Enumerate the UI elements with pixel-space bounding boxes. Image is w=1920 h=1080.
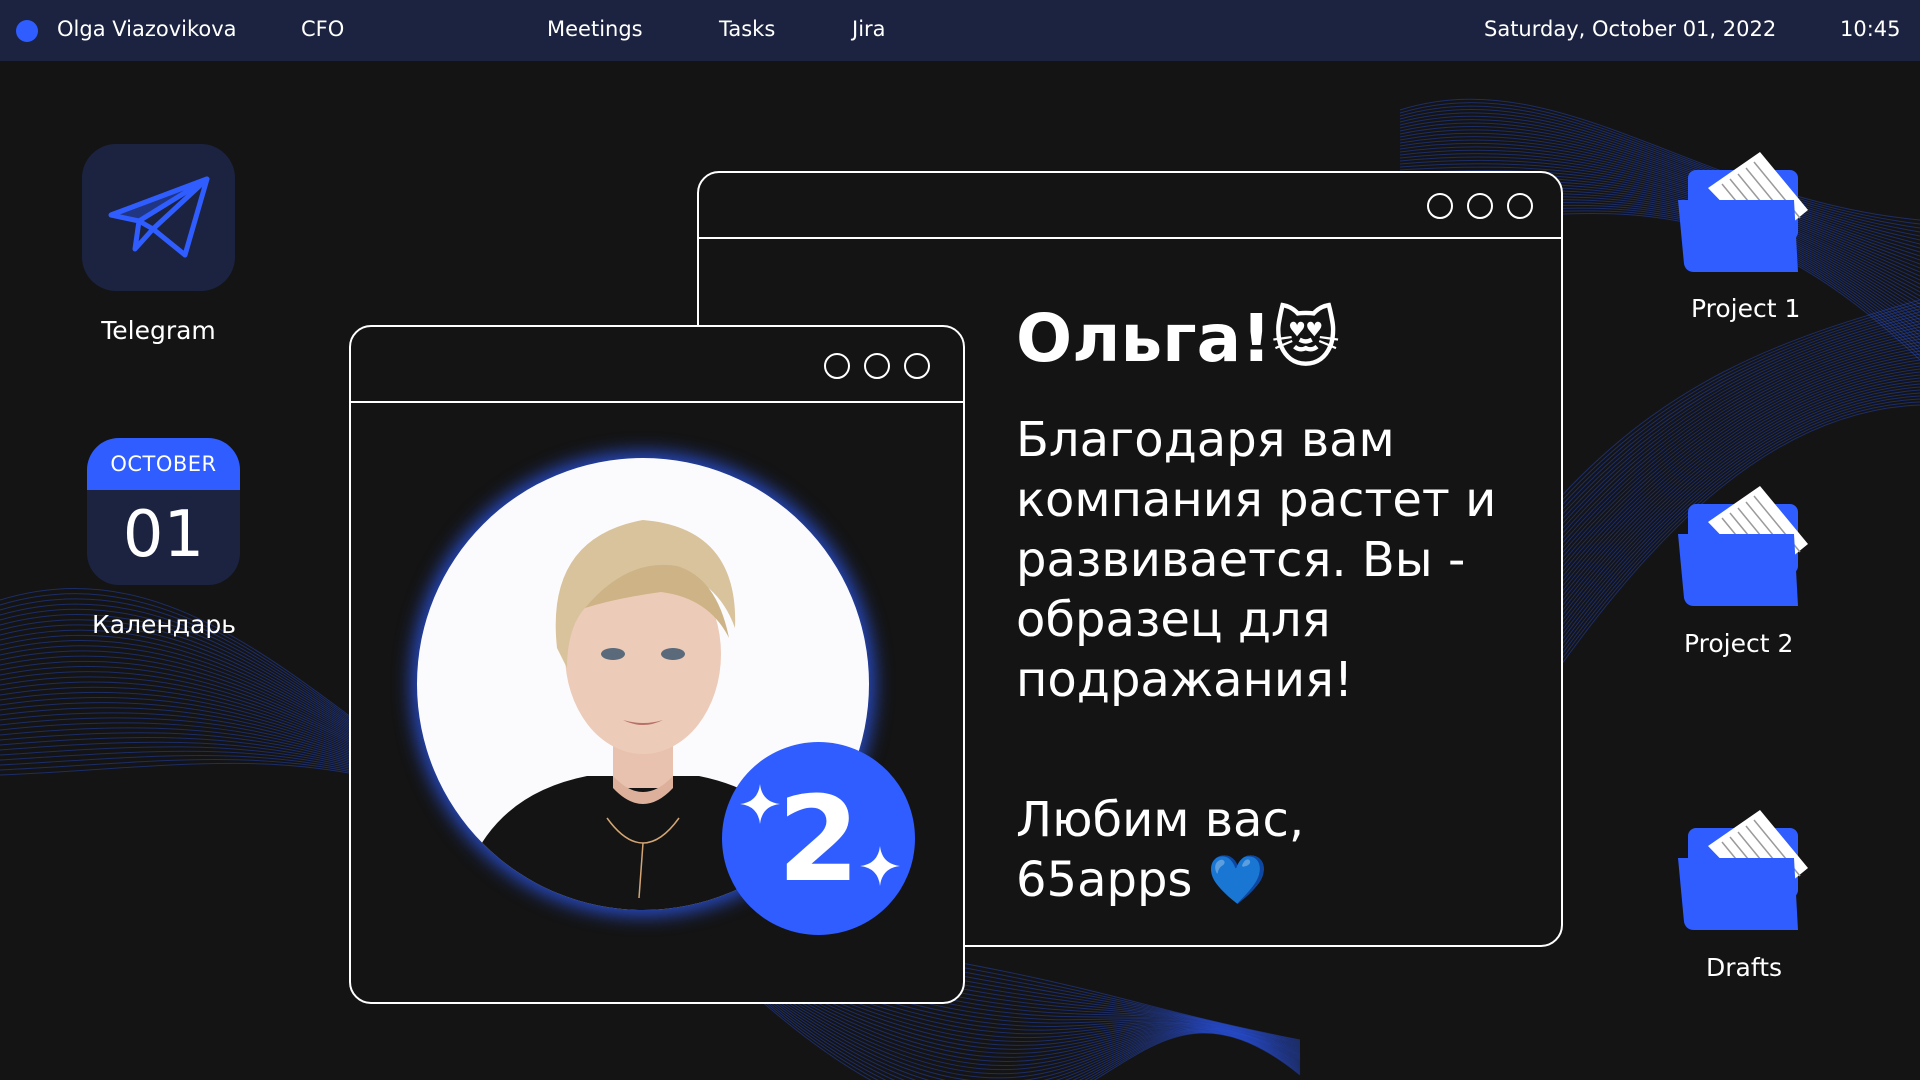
window-control-1[interactable] [824, 353, 850, 379]
clock-display: 10:45 [1840, 17, 1901, 41]
top-bar: Olga Viazovikova CFO Meetings Tasks Jira… [0, 0, 1920, 61]
sparkle-icon [860, 846, 900, 886]
date-display: Saturday, October 01, 2022 [1484, 17, 1777, 41]
folder-label-drafts: Drafts [1706, 953, 1783, 982]
greeting-title: Ольга!😻 [1016, 300, 1341, 377]
nav-tasks[interactable]: Tasks [719, 17, 775, 41]
window-control-2[interactable] [864, 353, 890, 379]
nav-jira[interactable]: Jira [852, 17, 886, 41]
anniversary-badge: 2 [722, 742, 915, 935]
telegram-app-icon[interactable] [82, 144, 235, 291]
status-dot [16, 20, 38, 42]
folder-icon-project-1[interactable] [1668, 148, 1814, 284]
folder-icon-drafts[interactable] [1668, 806, 1814, 942]
window-control-3[interactable] [1507, 193, 1533, 219]
telegram-label: Telegram [101, 316, 216, 345]
calendar-label: Календарь [92, 610, 236, 639]
window-control-3[interactable] [904, 353, 930, 379]
signature-line-1: Любим вас, [1016, 792, 1305, 848]
folder-label-project-1: Project 1 [1691, 294, 1801, 323]
message-window-titlebar [699, 173, 1561, 239]
sparkle-icon [740, 784, 780, 824]
window-control-2[interactable] [1467, 193, 1493, 219]
paper-plane-icon [108, 176, 209, 257]
folder-label-project-2: Project 2 [1684, 629, 1794, 658]
calendar-day: 01 [122, 498, 205, 572]
folder-icon-project-2[interactable] [1668, 482, 1814, 618]
calendar-month: OCTOBER [87, 438, 240, 490]
user-name: Olga Viazovikova [57, 17, 237, 41]
nav-meetings[interactable]: Meetings [547, 17, 643, 41]
window-control-1[interactable] [1427, 193, 1453, 219]
appreciation-message: Благодаря вам компания растет и развивае… [1016, 412, 1497, 708]
photo-window-titlebar [351, 327, 963, 403]
calendar-app-icon[interactable]: OCTOBER 01 [87, 438, 240, 585]
user-role: CFO [301, 17, 345, 41]
signature-line-2: 65apps 💙 [1016, 852, 1268, 908]
signature: Любим вас, 65apps 💙 [1016, 790, 1536, 910]
badge-number: 2 [777, 769, 860, 908]
